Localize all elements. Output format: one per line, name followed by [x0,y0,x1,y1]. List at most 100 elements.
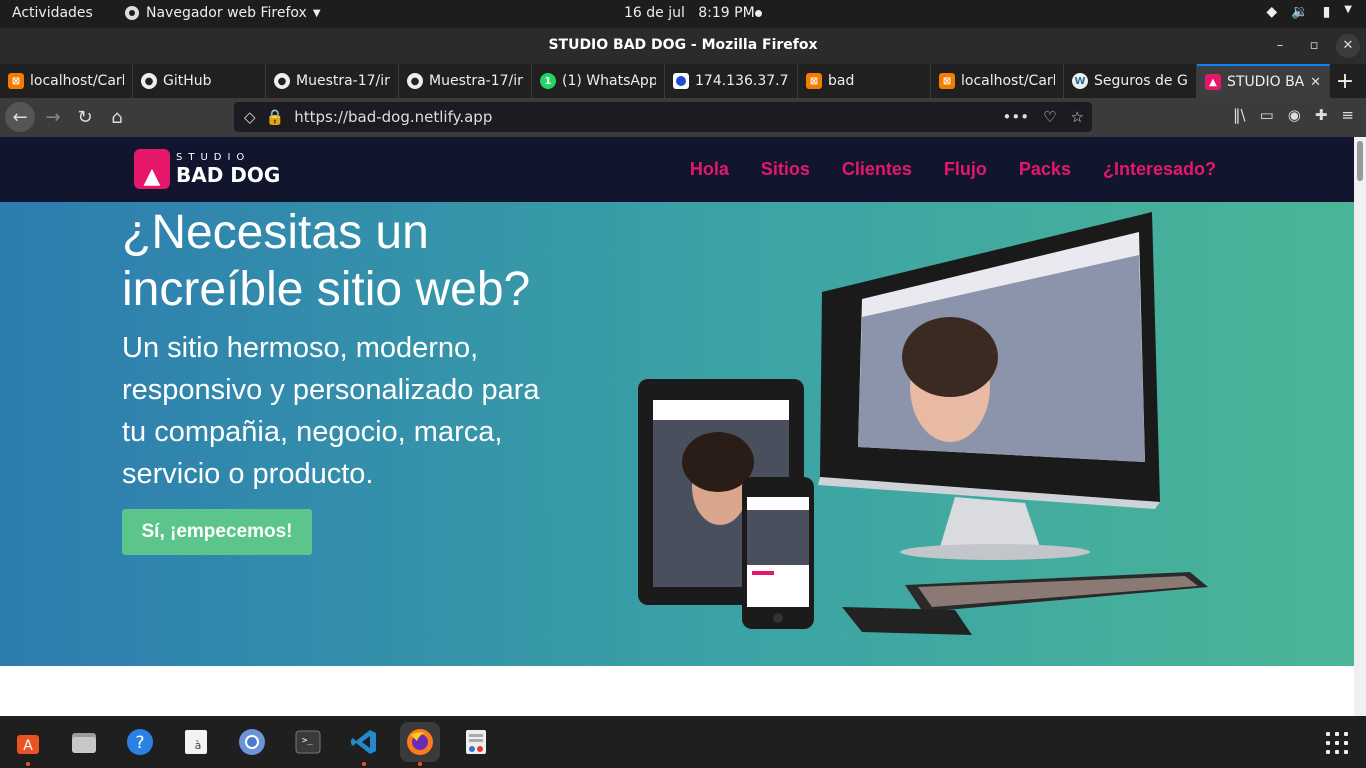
hero-section: ¿Necesitas un increíble sitio web? Un si… [0,202,1354,666]
lock-icon[interactable]: 🔒 [266,108,285,126]
tab[interactable]: ⊠ localhost/Carl [0,64,133,98]
svg-text:>_: >_ [302,736,313,746]
tab[interactable]: ⊠ bad [798,64,931,98]
system-top-bar: Actividades Navegador web Firefox ▼ 16 d… [0,0,1366,28]
tab-label: localhost/Carl [30,73,124,89]
tab[interactable]: 174.136.37.72 [665,64,798,98]
scrollbar-thumb[interactable] [1357,141,1363,181]
nav-link-flujo[interactable]: Flujo [944,159,987,180]
page-actions-icon[interactable]: ••• [1003,108,1030,126]
xampp-icon: ⊠ [8,73,24,89]
nav-link-interesado[interactable]: ¿Interesado? [1103,159,1216,180]
library-icon[interactable]: ‖\ [1233,106,1246,124]
vscode-icon[interactable] [344,722,384,766]
globe-icon [673,73,689,89]
tab-label: GitHub [163,73,212,89]
url-bar[interactable]: ◇ 🔒 https://bad-dog.netlify.app ••• ♡ ☆ [234,102,1092,132]
tab[interactable]: ● GitHub [133,64,266,98]
notification-dot-icon [755,10,762,17]
page-scrollbar[interactable] [1354,137,1366,716]
hamburger-menu-icon[interactable]: ≡ [1341,106,1354,124]
tab-label: Muestra-17/in [296,73,390,89]
xampp-icon: ⊠ [806,73,822,89]
svg-text:A: A [23,738,33,754]
system-tray[interactable]: ◆ 🔉 ▮ ▼ [1266,4,1352,20]
tab-active[interactable]: ▲ STUDIO BA ✕ [1197,64,1330,98]
tab[interactable]: 1 (1) WhatsApp [532,64,665,98]
nav-link-clientes[interactable]: Clientes [842,159,912,180]
ubuntu-software-icon[interactable]: A [8,722,48,766]
web-page: ▲ STUDIO BAD DOG Hola Sitios Clientes Fl… [0,137,1354,716]
bookmark-star-icon[interactable]: ☆ [1071,108,1084,126]
volume-icon: 🔉 [1291,4,1309,20]
tab[interactable]: ⊠ localhost/Carl [931,64,1064,98]
url-text[interactable]: https://bad-dog.netlify.app [294,108,992,126]
chevron-down-icon: ▼ [312,7,321,19]
nav-link-packs[interactable]: Packs [1019,159,1071,180]
hero-title: ¿Necesitas un increíble sitio web? [122,206,531,316]
maximize-button[interactable]: ▫ [1302,34,1326,58]
minimize-button[interactable]: – [1268,34,1292,58]
svg-text:à: à [195,739,202,752]
site-nav: Hola Sitios Clientes Flujo Packs ¿Intere… [690,159,1216,180]
firefox-small-icon [125,6,139,20]
firefox-icon[interactable] [400,722,440,766]
reload-button[interactable]: ↻ [70,102,100,132]
chromium-icon[interactable] [232,722,272,762]
tab-label: bad [828,73,855,89]
shield-icon[interactable]: ◇ [244,108,256,126]
nav-link-sitios[interactable]: Sitios [761,159,810,180]
extensions-icon[interactable]: ✚ [1315,106,1328,124]
xampp-icon: ⊠ [939,73,955,89]
clock[interactable]: 16 de jul 8:19 PM [624,5,755,21]
activities-button[interactable]: Actividades [12,5,93,21]
show-applications-icon[interactable] [1326,732,1348,754]
logo-brand-text: BAD DOG [176,162,281,187]
app-menu-label: Navegador web Firefox [146,5,307,21]
pocket-icon[interactable]: ♡ [1043,108,1056,126]
navigation-bar: ← → ↻ ⌂ ◇ 🔒 https://bad-dog.netlify.app … [0,98,1366,137]
files-icon[interactable] [64,722,104,762]
tab-label: Seguros de Ga [1094,73,1188,89]
tab-label: Muestra-17/in [429,73,523,89]
devices-mockup-image [638,212,1208,635]
phone-illustration [742,477,814,629]
tab[interactable]: ● Muestra-17/in [399,64,532,98]
logo-studio-text: STUDIO [176,151,251,163]
tab-bar: ⊠ localhost/Carl ● GitHub ● Muestra-17/in ●… [0,64,1366,98]
sidebar-icon[interactable]: ▭ [1260,106,1274,124]
tab[interactable]: W Seguros de Ga [1064,64,1197,98]
battery-icon: ▮ [1322,4,1331,20]
site-logo[interactable]: ▲ STUDIO BAD DOG [134,149,280,189]
nav-link-hola[interactable]: Hola [690,159,729,180]
new-tab-button[interactable]: + [1330,64,1360,98]
tab-label: localhost/Carl [961,73,1055,89]
text-editor-icon[interactable]: à [176,722,216,762]
dog-logo-icon: ▲ [134,149,170,189]
github-icon: ● [407,73,423,89]
github-icon: ● [274,73,290,89]
close-tab-icon[interactable]: ✕ [1310,75,1321,90]
dock: A ? à >_ [0,716,1366,768]
tab-label: STUDIO BA [1227,74,1305,90]
help-icon[interactable]: ? [120,722,160,762]
tablet-flat-illustration [905,572,1208,612]
back-button[interactable]: ← [5,102,35,132]
close-window-button[interactable]: ✕ [1336,34,1360,58]
tab[interactable]: ● Muestra-17/in [266,64,399,98]
terminal-icon[interactable]: >_ [288,722,328,762]
svg-text:?: ? [135,733,144,753]
chevron-down-icon: ▼ [1344,4,1352,15]
cta-button[interactable]: Sí, ¡empecemos! [122,509,312,555]
site-header: ▲ STUDIO BAD DOG Hola Sitios Clientes Fl… [0,137,1354,202]
forward-button[interactable]: → [38,102,68,132]
window-title: STUDIO BAD DOG - Mozilla Firefox [548,37,818,53]
baddog-icon: ▲ [1205,74,1221,90]
home-button[interactable]: ⌂ [102,102,132,132]
hero-text: Un sitio hermoso, moderno, responsivo y … [122,332,540,490]
phone-flat-illustration [842,607,972,635]
app-menu[interactable]: Navegador web Firefox ▼ [124,5,321,21]
account-icon[interactable]: ◉ [1288,106,1301,124]
screenshot-icon[interactable] [456,722,496,762]
wifi-icon: ◆ [1266,4,1278,20]
